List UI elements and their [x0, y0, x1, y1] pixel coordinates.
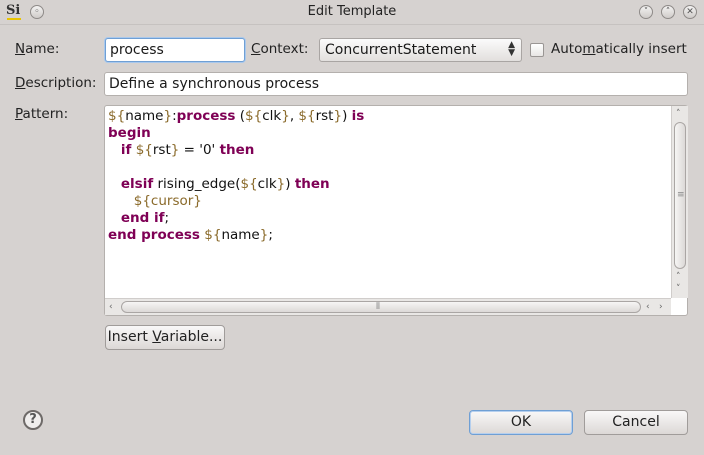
vertical-scroll-thumb[interactable]: ≡ — [674, 122, 686, 269]
context-select-value: ConcurrentStatement — [325, 42, 477, 58]
code-text: name — [125, 108, 164, 124]
code-text: clk — [262, 108, 282, 124]
name-input[interactable]: process — [105, 38, 245, 62]
maximize-button[interactable]: ˄ — [661, 5, 675, 19]
code-variable: ${cursor} — [133, 193, 202, 209]
code-keyword: end process — [108, 227, 200, 243]
code-text: rising_edge( — [153, 176, 241, 192]
pattern-label: Pattern: — [15, 106, 69, 122]
code-keyword: if — [120, 142, 132, 158]
title-bar: Si ◦ Edit Template ˅ ˄ ✕ — [0, 0, 704, 25]
scroll-right-icon[interactable]: › — [659, 302, 663, 312]
code-line: if ${rst} = '0' then — [108, 142, 364, 159]
grip-icon-h: ⦀ — [376, 302, 380, 312]
context-label: Context: — [251, 41, 309, 57]
scroll-up-icon-lower[interactable]: ˄ — [676, 272, 681, 282]
minimize-button[interactable]: ˅ — [639, 5, 653, 19]
code-variable: } — [163, 108, 173, 124]
code-text: ; — [164, 210, 170, 226]
code-variable: ${ — [108, 108, 126, 124]
code-text: name — [221, 227, 260, 243]
ok-button[interactable]: OK — [469, 410, 573, 435]
insert-variable-button[interactable]: Insert Variable... — [105, 325, 225, 350]
scroll-left-icon-right[interactable]: ‹ — [646, 302, 650, 312]
code-variable: } — [276, 176, 286, 192]
description-input[interactable]: Define a synchronous process — [104, 72, 688, 96]
code-keyword: is — [351, 108, 365, 124]
scroll-up-icon[interactable]: ˄ — [676, 109, 681, 119]
code-keyword: elsif — [120, 176, 154, 192]
pattern-editor[interactable]: ${name}:process (${clk}, ${rst}) is begin… — [104, 105, 688, 316]
vertical-scrollbar[interactable]: ˄ ≡ ˄ ˅ — [671, 106, 688, 298]
pattern-code[interactable]: ${name}:process (${clk}, ${rst}) is begin… — [108, 108, 364, 244]
context-select[interactable]: ConcurrentStatement ▲ ▼ — [319, 38, 522, 62]
code-text: ( — [235, 108, 246, 124]
code-line: ${name}:process (${clk}, ${rst}) is — [108, 108, 364, 125]
scroll-down-icon[interactable]: ˅ — [676, 284, 681, 294]
auto-insert-checkbox[interactable] — [530, 43, 544, 57]
horizontal-scrollbar[interactable]: ‹ ⦀ ‹ › — [105, 298, 671, 315]
code-text: ; — [268, 227, 273, 243]
code-line: end process ${name}; — [108, 227, 364, 244]
cancel-button[interactable]: Cancel — [584, 410, 688, 435]
code-keyword: then — [294, 176, 330, 192]
code-variable: } — [333, 108, 343, 124]
code-text: = '0' — [179, 142, 220, 158]
code-text: ) — [342, 108, 352, 124]
code-variable: ${ — [135, 142, 153, 158]
auto-insert-label[interactable]: Automatically insert — [551, 41, 687, 57]
code-text: ) — [285, 176, 295, 192]
code-text: clk — [257, 176, 277, 192]
grip-icon: ≡ — [677, 190, 685, 200]
code-line: elsif rising_edge(${clk}) then — [108, 176, 364, 193]
code-variable: ${ — [245, 108, 263, 124]
code-variable: ${ — [240, 176, 258, 192]
code-keyword: then — [219, 142, 255, 158]
code-keyword: process — [176, 108, 236, 124]
up-down-chevron-icon: ▲ ▼ — [508, 40, 515, 58]
code-keyword: end if — [120, 210, 165, 226]
scroll-left-icon[interactable]: ‹ — [109, 302, 113, 312]
close-button[interactable]: ✕ — [683, 5, 697, 19]
code-variable: ${ — [298, 108, 316, 124]
help-icon[interactable]: ? — [23, 410, 43, 430]
description-label: Description: — [15, 75, 97, 91]
code-variable: ${ — [204, 227, 222, 243]
code-line: begin — [108, 125, 364, 142]
horizontal-scroll-thumb[interactable]: ⦀ — [121, 301, 641, 313]
code-keyword: begin — [108, 125, 151, 141]
name-label: Name: — [15, 41, 60, 57]
window-title: Edit Template — [307, 4, 397, 19]
code-line: end if; — [108, 210, 364, 227]
code-text: rst — [315, 108, 334, 124]
code-text: rst — [152, 142, 171, 158]
code-variable: } — [281, 108, 290, 124]
code-line: ${cursor} — [108, 193, 364, 210]
